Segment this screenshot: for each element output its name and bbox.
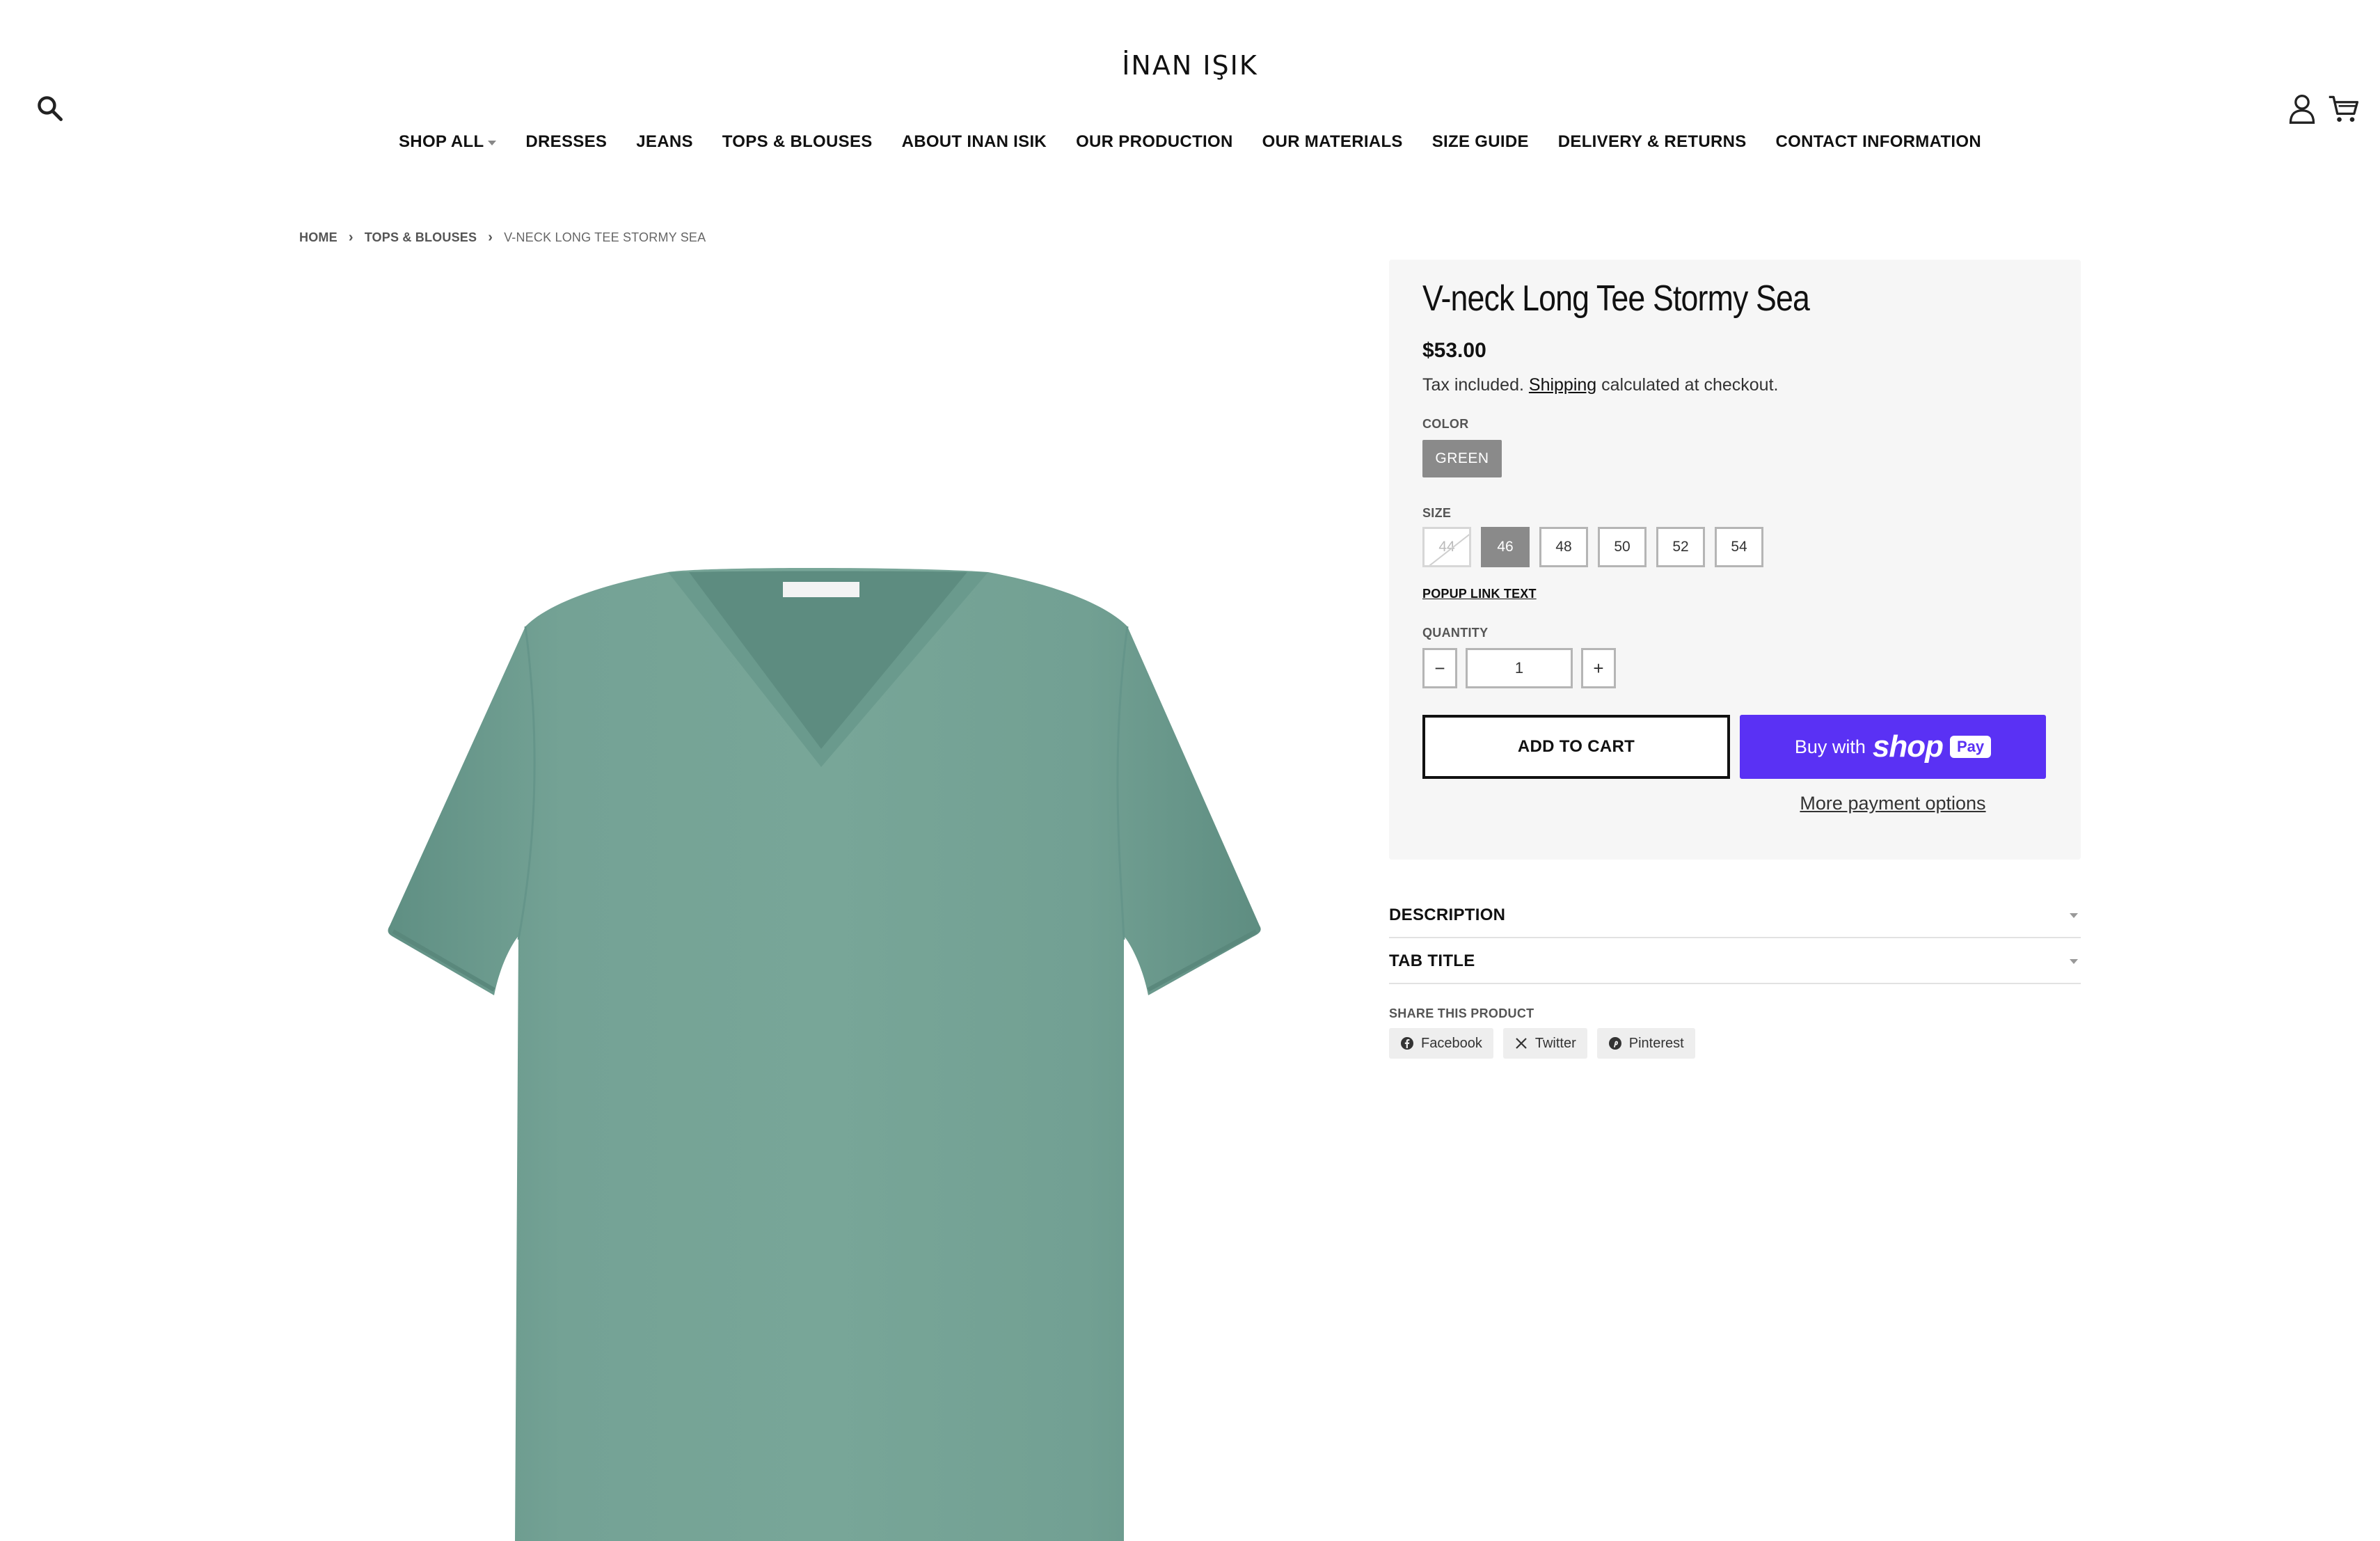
share-twitter-button[interactable]: Twitter [1502,1028,1587,1059]
shoppay-pay-badge: Pay [1950,736,1992,758]
share-facebook-button[interactable]: Facebook [1389,1028,1493,1059]
size-option-44[interactable]: 44 [1422,527,1471,567]
nav-item-label: CONTACT INFORMATION [1775,132,1981,151]
accordion-description[interactable]: DESCRIPTION [1389,894,2081,938]
nav-item-label: SHOP ALL [399,132,484,151]
search-icon[interactable] [35,93,65,124]
breadcrumb-separator: › [348,230,354,245]
tee-label [783,582,859,597]
product-price: $53.00 [1422,339,1486,362]
shipping-link[interactable]: Shipping [1529,375,1596,395]
pinterest-icon [1608,1037,1621,1050]
nav-item-label: DRESSES [525,132,608,151]
size-popup-link[interactable]: POPUP LINK TEXT [1422,587,1537,601]
quantity-stepper: − 1 + [1422,648,1616,688]
nav-item-label: JEANS [636,132,693,151]
product-image[interactable] [376,550,1280,1541]
nav-item-label: OUR PRODUCTION [1076,132,1233,151]
breadcrumb: HOME › TOPS & BLOUSES › V-NECK LONG TEE … [299,230,706,246]
nav-item-dresses[interactable]: DRESSES [525,132,607,152]
size-option-46[interactable]: 46 [1481,527,1530,567]
chevron-down-icon [488,140,497,145]
nav-item-production[interactable]: OUR PRODUCTION [1076,132,1233,152]
tax-note: Tax included. Shipping calculated at che… [1422,375,1778,395]
size-options: 44 46 48 50 52 54 [1422,527,1763,567]
tax-prefix: Tax included. [1422,375,1524,395]
share-label: SHARE THIS PRODUCT [1389,1006,1534,1020]
share-facebook-label: Facebook [1421,1035,1482,1051]
nav-item-jeans[interactable]: JEANS [636,132,693,152]
size-label: SIZE [1422,506,1452,520]
quantity-input[interactable]: 1 [1466,648,1573,688]
accordion-title: TAB TITLE [1389,951,1475,970]
breadcrumb-category[interactable]: TOPS & BLOUSES [365,230,477,245]
shoppay-logo: shop [1872,729,1944,764]
color-label: COLOR [1422,417,1469,431]
cart-icon[interactable] [2327,92,2361,125]
breadcrumb-home[interactable]: HOME [299,230,338,245]
facebook-icon [1401,1037,1413,1050]
nav-item-label: DELIVERY & RETURNS [1557,132,1747,151]
color-option-green[interactable]: GREEN [1422,440,1502,477]
size-option-52[interactable]: 52 [1656,527,1705,567]
product-info-panel: V-neck Long Tee Stormy Sea $53.00 Tax in… [1389,260,2081,860]
size-option-54[interactable]: 54 [1715,527,1763,567]
share-twitter-label: Twitter [1534,1035,1576,1051]
breadcrumb-separator: › [488,230,493,245]
share-pinterest-button[interactable]: Pinterest [1596,1028,1695,1059]
breadcrumb-current: V-NECK LONG TEE STORMY SEA [504,230,706,244]
nav-item-tops-blouses[interactable]: TOPS & BLOUSES [722,132,873,152]
chevron-down-icon [2070,958,2078,964]
size-option-48[interactable]: 48 [1539,527,1588,567]
quantity-increase-button[interactable]: + [1581,648,1616,688]
account-icon[interactable] [2287,92,2317,125]
accordion-title: DESCRIPTION [1389,906,1506,924]
size-option-50[interactable]: 50 [1598,527,1647,567]
share-pinterest-label: Pinterest [1628,1035,1684,1051]
product-title: V-neck Long Tee Stormy Sea [1422,278,1810,319]
nav-item-label: TOPS & BLOUSES [722,132,873,151]
nav-item-contact[interactable]: CONTACT INFORMATION [1776,132,1981,152]
quantity-decrease-button[interactable]: − [1422,648,1457,688]
nav-item-delivery-returns[interactable]: DELIVERY & RETURNS [1558,132,1747,152]
store-logo[interactable]: İNAN IŞIK [0,50,2380,81]
nav-item-label: SIZE GUIDE [1431,132,1529,151]
more-payment-options-link[interactable]: More payment options [1740,793,2046,814]
nav-item-label: OUR MATERIALS [1262,132,1403,151]
add-to-cart-button[interactable]: ADD TO CART [1422,715,1730,779]
chevron-down-icon [2070,912,2078,918]
accordion-tab-title[interactable]: TAB TITLE [1389,940,2081,984]
nav-item-label: ABOUT INAN ISIK [901,132,1047,151]
x-icon [1516,1038,1527,1049]
tax-suffix: calculated at checkout. [1601,375,1779,395]
share-buttons: Facebook Twitter Pinterest [1389,1028,1695,1059]
shop-pay-button[interactable]: Buy with shop Pay [1740,715,2046,779]
quantity-label: QUANTITY [1422,626,1489,640]
nav-item-materials[interactable]: OUR MATERIALS [1262,132,1403,152]
nav-item-size-guide[interactable]: SIZE GUIDE [1432,132,1529,152]
nav-item-shop-all[interactable]: SHOP ALL [399,132,497,152]
nav-item-about[interactable]: ABOUT INAN ISIK [902,132,1047,152]
shoppay-buy-text: Buy with [1794,736,1866,757]
main-nav: SHOP ALL DRESSES JEANS TOPS & BLOUSES AB… [0,132,2380,152]
